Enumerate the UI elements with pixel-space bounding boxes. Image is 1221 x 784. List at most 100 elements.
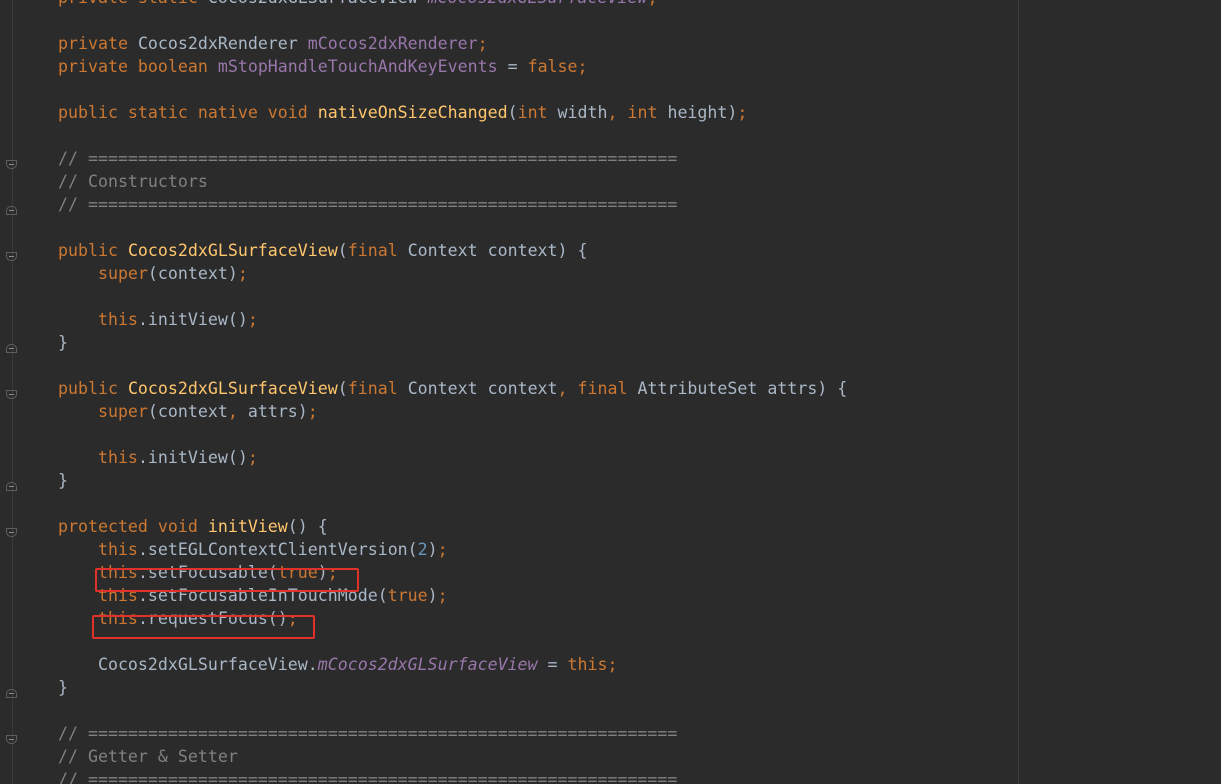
fold-end-icon[interactable] xyxy=(6,344,17,353)
code-line[interactable] xyxy=(58,9,847,32)
code-line[interactable]: this.initView(); xyxy=(58,308,847,331)
code-line[interactable]: // =====================================… xyxy=(58,147,847,170)
code-line[interactable]: Cocos2dxGLSurfaceView.mCocos2dxGLSurface… xyxy=(58,653,847,676)
code-line[interactable]: // Constructors xyxy=(58,170,847,193)
code-line[interactable] xyxy=(58,699,847,722)
code-token-keyword: this xyxy=(58,310,138,329)
fold-collapse-icon[interactable] xyxy=(6,390,17,399)
code-token-punct: ; xyxy=(737,103,748,122)
code-token-punct: , xyxy=(557,379,578,398)
code-line[interactable]: // Getter & Setter xyxy=(58,745,847,768)
code-token-plain: ( xyxy=(507,103,518,122)
code-token-punct: ; xyxy=(577,57,588,76)
code-token-plain: (context) xyxy=(147,264,238,283)
code-token-plain: } xyxy=(58,333,68,352)
code-token-keyword: private boolean xyxy=(58,57,218,76)
fold-end-icon[interactable] xyxy=(6,206,17,215)
code-token-punct: ; xyxy=(247,310,258,329)
fold-end-icon[interactable] xyxy=(6,689,17,698)
fold-collapse-icon[interactable] xyxy=(6,528,17,537)
fold-collapse-icon[interactable] xyxy=(6,160,17,169)
code-token-keyword: final xyxy=(347,379,408,398)
code-token-keyword: this xyxy=(58,448,138,467)
code-line[interactable]: public Cocos2dxGLSurfaceView(final Conte… xyxy=(58,377,847,400)
code-token-keyword: super xyxy=(58,402,148,421)
code-token-punct: ; xyxy=(437,586,448,605)
code-line[interactable] xyxy=(58,216,847,239)
code-token-keyword: private xyxy=(58,34,138,53)
fold-collapse-icon[interactable] xyxy=(6,252,17,261)
code-token-keyword: super xyxy=(58,264,148,283)
code-token-static-field: mCocos2dxGLSurfaceView xyxy=(428,0,648,7)
code-token-punct: ; xyxy=(307,402,318,421)
code-token-punct: , xyxy=(607,103,628,122)
code-token-keyword: false xyxy=(527,57,578,76)
code-token-plain: ) xyxy=(427,586,438,605)
code-line[interactable]: public Cocos2dxGLSurfaceView(final Conte… xyxy=(58,239,847,262)
right-margin-guide xyxy=(1018,0,1019,784)
code-token-plain: ( xyxy=(337,379,348,398)
code-line[interactable]: } xyxy=(58,331,847,354)
fold-collapse-icon[interactable] xyxy=(6,735,17,744)
code-line[interactable]: } xyxy=(58,469,847,492)
code-line[interactable]: protected void initView() { xyxy=(58,515,847,538)
code-token-keyword: private static xyxy=(58,0,208,7)
code-line[interactable] xyxy=(58,423,847,446)
code-token-plain: width xyxy=(557,103,608,122)
code-line[interactable]: this.setEGLContextClientVersion(2); xyxy=(58,538,847,561)
code-token-comment: // =====================================… xyxy=(58,195,678,214)
code-line[interactable]: this.initView(); xyxy=(58,446,847,469)
code-token-plain: Cocos2dxGLSurfaceView xyxy=(208,0,428,7)
code-token-comment: // =====================================… xyxy=(58,149,678,168)
code-token-method: nativeOnSizeChanged xyxy=(317,103,508,122)
code-token-keyword: public xyxy=(58,241,128,260)
code-token-keyword: public static native void xyxy=(58,103,318,122)
code-token-plain: Cocos2dxRenderer xyxy=(137,34,308,53)
code-line[interactable] xyxy=(58,492,847,515)
code-token-method: Cocos2dxGLSurfaceView xyxy=(127,379,338,398)
code-token-punct: ; xyxy=(247,448,258,467)
code-token-punct: ; xyxy=(477,34,488,53)
code-editor[interactable]: private static Cocos2dxGLSurfaceView mCo… xyxy=(0,0,1221,784)
code-line[interactable]: private boolean mStopHandleTouchAndKeyEv… xyxy=(58,55,847,78)
code-token-keyword: this xyxy=(567,655,608,674)
code-token-plain: .initView() xyxy=(137,310,248,329)
code-token-plain: Context context) { xyxy=(407,241,588,260)
code-token-plain: (context xyxy=(147,402,228,421)
code-line[interactable] xyxy=(58,124,847,147)
code-token-number: 2 xyxy=(417,540,428,559)
code-line[interactable] xyxy=(58,78,847,101)
code-token-plain: } xyxy=(58,678,68,697)
code-line[interactable]: private static Cocos2dxGLSurfaceView mCo… xyxy=(58,0,847,9)
code-token-punct: ; xyxy=(237,264,248,283)
code-line[interactable] xyxy=(58,285,847,308)
code-token-keyword: protected void xyxy=(58,517,208,536)
code-token-method: Cocos2dxGLSurfaceView xyxy=(127,241,338,260)
code-token-plain: = xyxy=(537,655,568,674)
code-token-static-field: mCocos2dxGLSurfaceView xyxy=(317,655,538,674)
code-token-punct: ; xyxy=(607,655,618,674)
code-token-punct: , xyxy=(227,402,248,421)
code-token-comment: // =====================================… xyxy=(58,724,678,743)
code-line[interactable]: } xyxy=(58,676,847,699)
code-line[interactable]: private Cocos2dxRenderer mCocos2dxRender… xyxy=(58,32,847,55)
highlight-box-setfocusable xyxy=(95,568,359,592)
code-lines[interactable]: private static Cocos2dxGLSurfaceView mCo… xyxy=(58,0,847,784)
code-token-keyword: int xyxy=(517,103,558,122)
highlight-box-requestfocus xyxy=(92,615,315,639)
code-line[interactable]: // =====================================… xyxy=(58,768,847,784)
code-token-plain: .setEGLContextClientVersion( xyxy=(137,540,418,559)
code-token-keyword: final xyxy=(347,241,408,260)
code-line[interactable]: super(context); xyxy=(58,262,847,285)
code-token-comment: // Getter & Setter xyxy=(58,747,238,766)
code-line[interactable]: // =====================================… xyxy=(58,722,847,745)
code-line[interactable]: public static native void nativeOnSizeCh… xyxy=(58,101,847,124)
code-line[interactable]: super(context, attrs); xyxy=(58,400,847,423)
code-token-keyword: true xyxy=(387,586,428,605)
code-token-punct: ; xyxy=(437,540,448,559)
fold-end-icon[interactable] xyxy=(6,482,17,491)
code-line[interactable] xyxy=(58,354,847,377)
code-line[interactable]: // =====================================… xyxy=(58,193,847,216)
code-token-method: initView xyxy=(207,517,288,536)
code-token-plain: AttributeSet attrs) { xyxy=(637,379,848,398)
